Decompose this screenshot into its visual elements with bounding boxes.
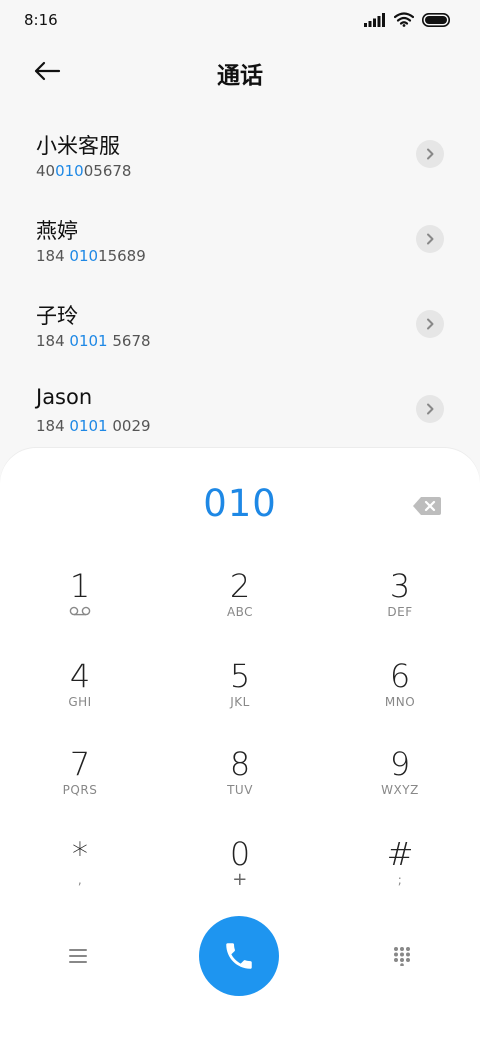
dialpad-grid-icon [394, 947, 410, 966]
key-9[interactable]: 9 WXYZ [340, 746, 460, 826]
key-1[interactable]: 1 [20, 568, 140, 648]
chevron-right-icon [427, 233, 434, 245]
key-letters: ; [397, 873, 403, 887]
status-bar: 8:16 [0, 0, 480, 40]
contact-number: 184 0101 5678 [36, 332, 151, 350]
phone-icon [226, 943, 252, 969]
key-hash[interactable]: # ; [340, 836, 460, 916]
number-match: 0101 [69, 332, 108, 350]
key-digit: 3 [389, 567, 411, 605]
key-digit: 8 [229, 745, 251, 783]
number-match: 010 [69, 247, 99, 265]
contact-name: Jason [36, 385, 93, 409]
number-part: 40 [36, 162, 56, 180]
key-digit: 2 [229, 567, 251, 605]
dialed-number-display[interactable]: 010 [0, 482, 480, 525]
contact-name: 小米客服 [36, 134, 120, 158]
number-match: 010 [55, 162, 84, 180]
key-4[interactable]: 4 GHI [20, 658, 140, 738]
wifi-icon [394, 12, 414, 27]
key-digit: * [72, 835, 88, 873]
contact-detail-button[interactable] [416, 395, 444, 423]
battery-icon [422, 12, 450, 27]
contact-detail-button[interactable] [416, 225, 444, 253]
key-letters: + [232, 869, 248, 890]
key-letters: MNO [384, 695, 416, 709]
key-digit: 5 [229, 657, 251, 695]
key-letters: WXYZ [381, 783, 419, 797]
key-0[interactable]: 0 + [180, 836, 300, 916]
key-7[interactable]: 7 PQRS [20, 746, 140, 826]
contact-item[interactable]: 燕婷 184 01015689 [0, 197, 480, 282]
dialpad-panel: 010 1 2 ABC 3 DEF 4 GHI 5 JKL 6 MNO 7 PQ… [0, 448, 480, 1040]
contact-item[interactable]: 小米客服 4001005678 [0, 112, 480, 197]
key-3[interactable]: 3 DEF [340, 568, 460, 648]
key-letters: DEF [387, 605, 413, 619]
number-match: 0101 [69, 417, 108, 435]
keypad-toggle-button[interactable] [386, 940, 418, 972]
number-part: 184 [36, 332, 70, 350]
key-letters: PQRS [62, 783, 98, 797]
dialpad-actions [0, 914, 480, 998]
contact-detail-button[interactable] [416, 140, 444, 168]
key-letters: TUV [227, 783, 253, 797]
number-part: 15689 [98, 247, 146, 265]
key-2[interactable]: 2 ABC [180, 568, 300, 648]
voicemail-icon [20, 604, 140, 620]
number-part: 5678 [107, 332, 151, 350]
menu-button[interactable] [62, 940, 94, 972]
key-digit: 9 [389, 745, 411, 783]
chevron-right-icon [427, 318, 434, 330]
contact-item[interactable]: Jason 184 0101 0029 [0, 367, 480, 452]
key-8[interactable]: 8 TUV [180, 746, 300, 826]
key-letters: ABC [226, 605, 254, 619]
number-part: 05678 [83, 162, 132, 180]
contact-number: 4001005678 [36, 162, 131, 180]
contact-number: 184 0101 0029 [36, 417, 151, 435]
status-icons [364, 12, 450, 27]
backspace-button[interactable] [412, 496, 442, 516]
chevron-right-icon [427, 403, 434, 415]
header: 通话 [0, 48, 480, 92]
call-button[interactable] [199, 916, 279, 996]
menu-icon [69, 949, 87, 963]
contact-item[interactable]: 子玲 184 0101 5678 [0, 282, 480, 367]
contact-name: 燕婷 [36, 219, 78, 243]
signal-icon [364, 12, 385, 27]
key-digit: 7 [69, 745, 91, 783]
key-digit: 1 [69, 567, 91, 605]
number-part: 0029 [107, 417, 151, 435]
status-time: 8:16 [24, 11, 58, 29]
contact-number: 184 01015689 [36, 247, 146, 265]
number-part: 184 [36, 247, 70, 265]
key-star[interactable]: * , [20, 836, 140, 916]
contact-name: 子玲 [36, 304, 78, 328]
chevron-right-icon [427, 148, 434, 160]
key-letters: GHI [68, 695, 92, 709]
key-letters: , [77, 873, 83, 887]
page-title: 通话 [217, 63, 263, 89]
contact-list: 小米客服 4001005678 燕婷 184 01015689 子玲 184 0… [0, 112, 480, 452]
backspace-icon [413, 497, 441, 515]
contact-detail-button[interactable] [416, 310, 444, 338]
key-6[interactable]: 6 MNO [340, 658, 460, 738]
key-digit: # [386, 835, 414, 873]
key-letters: JKL [230, 695, 250, 709]
number-part: 184 [36, 417, 70, 435]
key-digit: 0 [229, 835, 251, 873]
key-digit: 4 [69, 657, 91, 695]
key-digit: 6 [389, 657, 411, 695]
key-5[interactable]: 5 JKL [180, 658, 300, 738]
